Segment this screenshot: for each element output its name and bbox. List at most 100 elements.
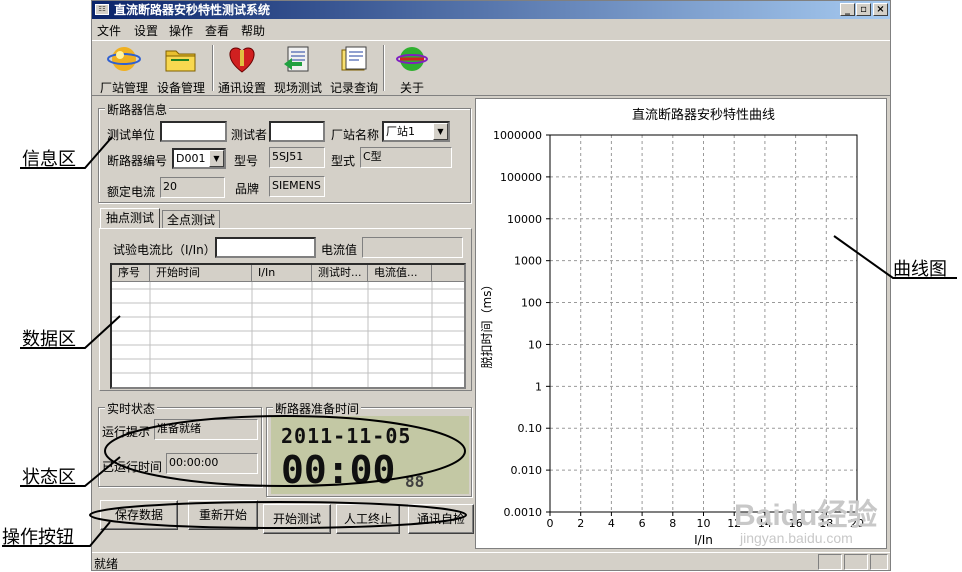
chart-tick-label-y: 100 [521,297,542,310]
model-field: 5SJ51 [269,147,325,168]
manual-stop-button[interactable]: 人工终止 [336,504,400,534]
watermark-sub: jingyan.baidu.com [740,530,853,546]
toolbar-records-label: 记录查询 [329,81,378,95]
column-header-current[interactable]: 电流值... [368,265,432,282]
tester-input[interactable] [269,121,325,142]
toolbar-station-label: 厂站管理 [99,81,148,95]
annotation-buttons-area: 操作按钮 [2,527,74,548]
ready-time-group: 断路器准备时间 2011-11-05 00:00 88 [266,400,472,497]
breaker-no-select[interactable]: D001 ▼ [172,148,226,169]
column-header-start-time[interactable]: 开始时间 [150,265,252,282]
toolbar-about-label: 关于 [399,81,424,95]
chart-tick-label-y: 1 [535,380,542,393]
tab-panel: 试验电流比（I/In） 电流值 序号 开始时间 I/In 测试时... 电流值.… [99,228,472,391]
type-label: 型式 [331,154,356,168]
tester-label: 测试者 [231,128,268,142]
run-hint-label: 运行提示 [102,425,151,439]
records-icon [341,46,367,71]
comm-selfcheck-button[interactable]: 通讯自检 [408,504,474,534]
elapsed-field: 00:00:00 [166,453,258,474]
heart-connector-icon [229,47,255,73]
watermark-text: Baidu经验 [734,499,878,532]
chart-tick-label-y: 1000 [514,255,542,268]
chart-tick-label-x: 0 [547,517,554,530]
column-header-i-in[interactable]: I/In [252,265,312,282]
status-panel [844,554,868,570]
chart-tick-label-y: 0.010 [511,464,543,477]
menu-file[interactable]: 文件 [97,22,121,39]
column-header-index[interactable]: 序号 [112,265,150,282]
unit-input[interactable] [160,121,227,142]
model-label: 型号 [234,154,259,168]
lcd-time: 00:00 [281,448,396,492]
start-test-button[interactable]: 开始测试 [263,504,331,534]
rated-field: 20 [160,177,225,198]
ratio-label: 试验电流比（I/In） [113,243,216,257]
current-field [362,237,463,258]
station-label: 厂站名称 [331,128,380,142]
breaker-info-title: 断路器信息 [105,101,170,118]
toolbar-separator [212,45,214,91]
ratio-input[interactable] [215,237,316,258]
restore-button[interactable]: ▫ [856,3,871,16]
breaker-no-value: D001 [176,152,206,165]
chart-x-axis-label: I/In [694,533,713,547]
table-grid-lines [112,282,464,387]
close-button[interactable]: × [873,3,888,16]
toolbar-about-button[interactable]: 关于 [388,43,436,95]
chart-tick-label-x: 6 [639,517,646,530]
realtime-status-group: 实时状态 运行提示 准备就绪 已运行时间 00:00:00 [98,400,262,487]
menu-help[interactable]: 帮助 [241,22,265,39]
annotation-info-area: 信息区 [22,149,76,170]
toolbar-device-button[interactable]: 设备管理 [154,43,208,95]
realtime-status-title: 实时状态 [105,400,158,417]
type-field: C型 [360,147,452,168]
tab-full-test[interactable]: 全点测试 [162,210,220,228]
chart-tick-label-y: 100000 [500,171,542,184]
status-panel [870,554,888,570]
toolbar-station-button[interactable]: 厂站管理 [98,43,150,95]
annotation-chart-area: 曲线图 [893,259,947,280]
breaker-info-group: 断路器信息 测试单位 测试者 厂站名称 厂站1 ▼ 断路器编号 D001 ▼ 型… [98,101,471,203]
elapsed-label: 已运行时间 [102,460,163,474]
data-table[interactable]: 序号 开始时间 I/In 测试时... 电流值... [110,263,466,389]
window-title: 直流断路器安秒特性测试系统 [114,3,271,17]
save-data-button[interactable]: 保存数据 [100,500,178,530]
title-bar[interactable]: ΞΞ 直流断路器安秒特性测试系统 _ ▫ × [92,1,890,19]
toolbar-comm-button[interactable]: 通讯设置 [216,43,268,95]
annotation-data-area: 数据区 [22,329,76,350]
menu-bar: 文件 设置 操作 查看 帮助 [92,20,890,40]
chart-tick-label-x: 4 [608,517,615,530]
toolbar-records-button[interactable]: 记录查询 [327,43,381,95]
chevron-down-icon[interactable]: ▼ [433,123,448,140]
chart-tick-label-y: 0.10 [518,422,543,435]
tab-sample-test[interactable]: 抽点测试 [100,208,160,228]
app-icon: ΞΞ [95,4,109,15]
menu-view[interactable]: 查看 [205,22,229,39]
restart-button[interactable]: 重新开始 [188,500,258,530]
chart-title: 直流断路器安秒特性曲线 [632,107,775,123]
station-value: 厂站1 [386,125,415,138]
lcd-display: 2011-11-05 00:00 88 [271,416,469,494]
about-globe-icon [396,47,428,71]
lcd-small: 88 [405,472,425,491]
chart-tick-label-y: 0.0010 [504,506,543,519]
chevron-down-icon[interactable]: ▼ [209,150,224,167]
factory-globe-icon [107,47,141,71]
column-header-test-time[interactable]: 测试时... [312,265,368,282]
toolbar-device-label: 设备管理 [156,81,205,95]
unit-label: 测试单位 [107,128,156,142]
menu-settings[interactable]: 设置 [134,22,158,39]
station-select[interactable]: 厂站1 ▼ [382,121,450,142]
minimize-button[interactable]: _ [840,3,855,16]
ready-time-title: 断路器准备时间 [273,400,362,417]
toolbar-comm-label: 通讯设置 [217,81,266,95]
current-label: 电流值 [321,243,358,257]
trip-curve-chart: 直流断路器安秒特性曲线0 2 4 6 8 10 12 14 16 18 20100000010000… [479,107,864,547]
status-panel [818,554,842,570]
menu-operation[interactable]: 操作 [169,22,193,39]
chart-tick-label-x: 2 [577,517,584,530]
toolbar-field-test-button[interactable]: 现场测试 [271,43,325,95]
breaker-no-label: 断路器编号 [107,154,168,168]
status-bar: 就绪 [92,552,890,571]
